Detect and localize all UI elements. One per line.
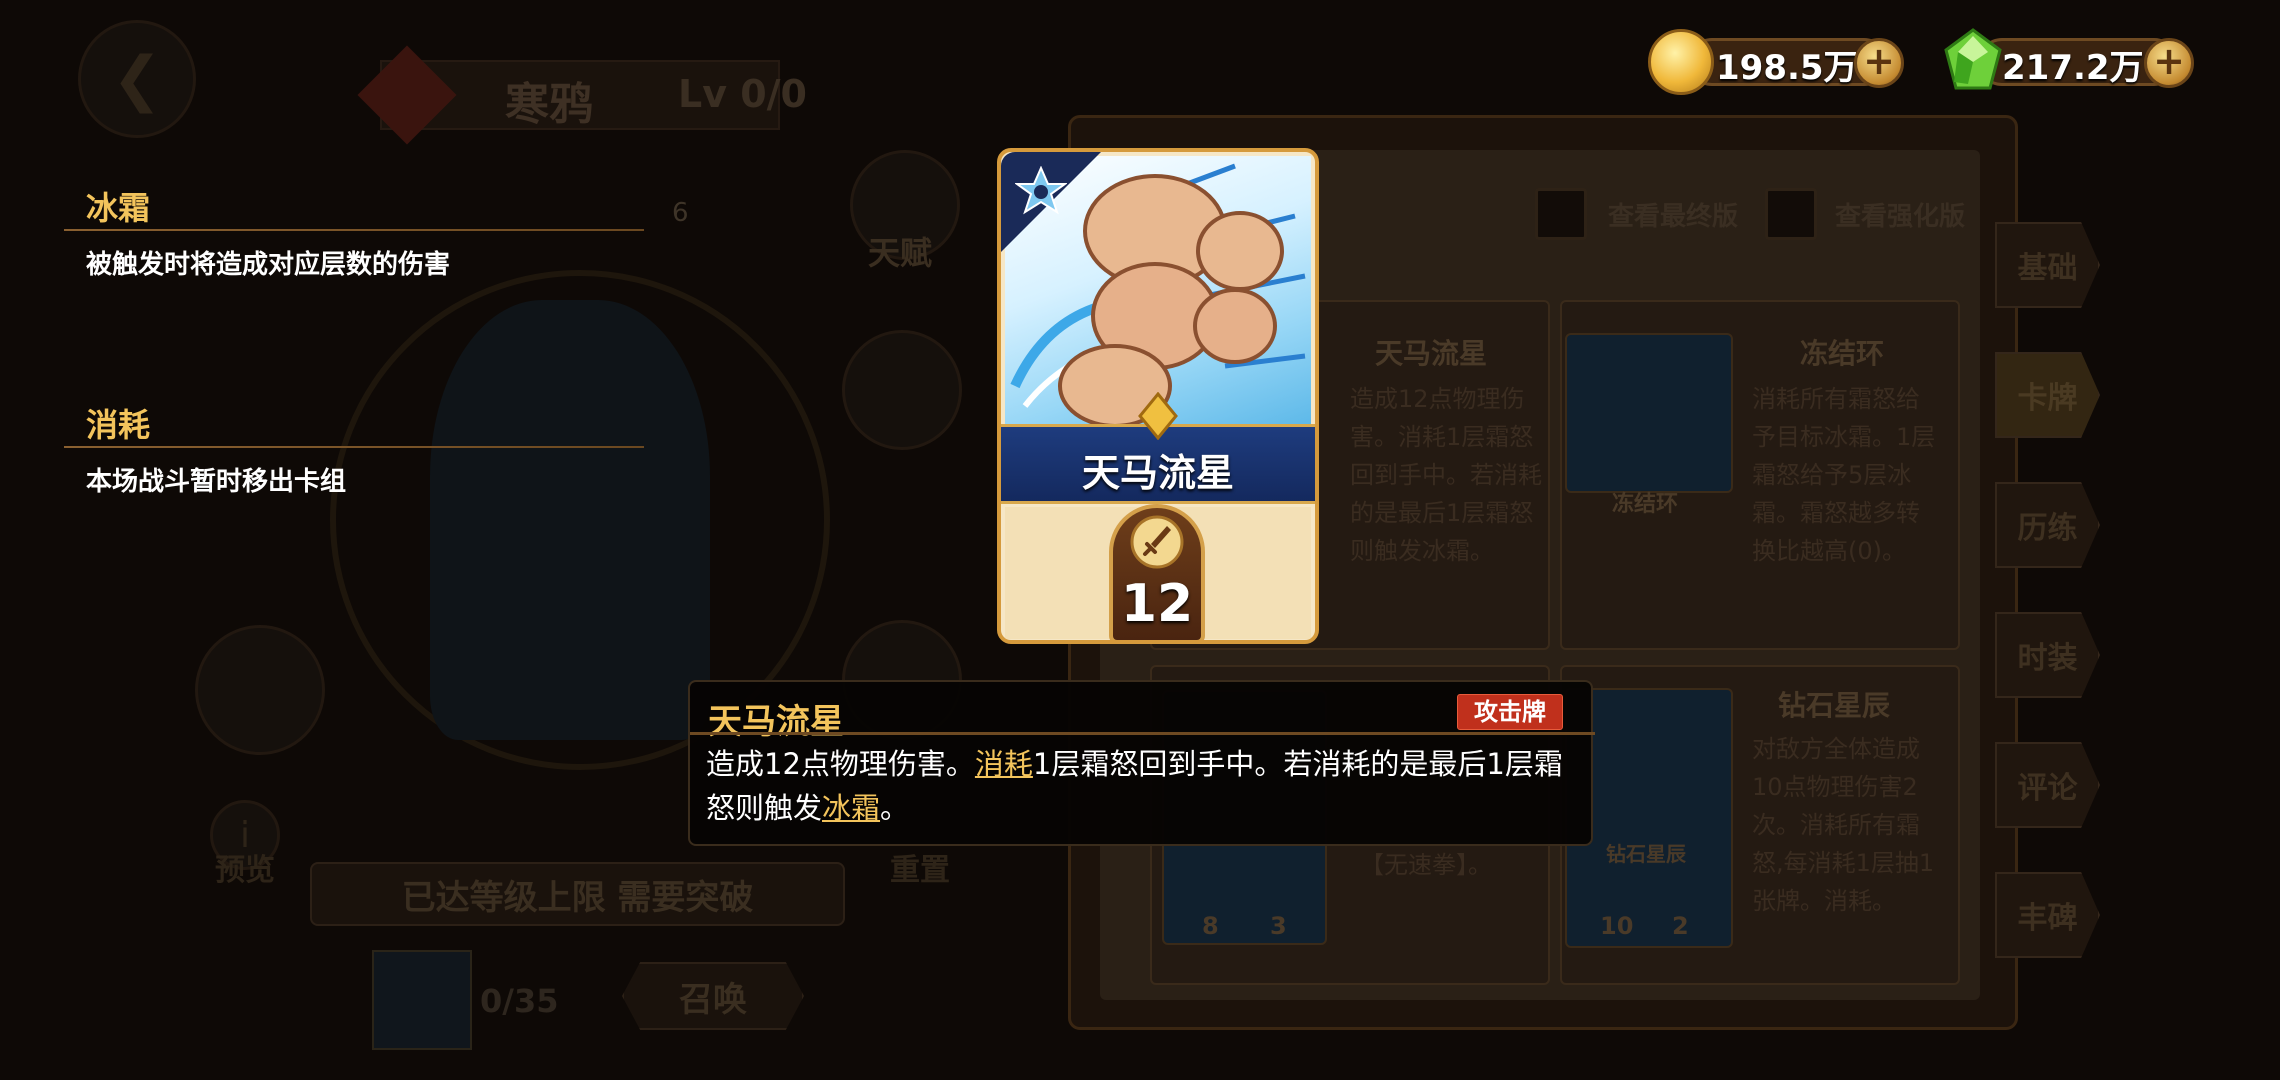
gem-add-button[interactable]: +: [2144, 38, 2194, 88]
keyword-exhaust-title: 消耗: [86, 406, 151, 444]
keyword-frost-title: 冰霜: [86, 189, 151, 227]
reset-label[interactable]: 重置: [890, 845, 950, 889]
tooltip-text-1: 造成12点物理伤害。: [706, 747, 975, 781]
check-enhanced-label: 查看强化版: [1835, 202, 1966, 232]
keyword-frost-divider: [64, 229, 644, 231]
talent-label: 天赋: [868, 234, 933, 272]
hero-level: Lv 0/0: [678, 72, 807, 116]
sword-icon: [1130, 515, 1184, 569]
card-tile-1-desc: 造成12点物理伤害。消耗1层霜怒回到手中。若消耗的是最后1层霜怒则触发冰霜。: [1350, 385, 1542, 565]
card-tile-4-desc: 对敌方全体造成10点物理伤害2次。消耗所有霜怒,每消耗1层抽1张牌。消耗。: [1752, 735, 1935, 915]
left-slot[interactable]: [195, 625, 325, 755]
card-tooltip: 天马流星 攻击牌 造成12点物理伤害。消耗1层霜怒回到手中。若消耗的是最后1层霜…: [688, 680, 1595, 846]
back-arrow-icon: ❮: [111, 44, 163, 114]
check-final-label: 查看最终版: [1608, 202, 1739, 232]
card-gem-ornament: [1138, 392, 1178, 440]
gold-add-button[interactable]: +: [1854, 38, 1904, 88]
keyword-exhaust-desc: 本场战斗暂时移出卡组: [86, 467, 347, 497]
tab-monument[interactable]: 丰碑: [1995, 872, 2100, 958]
card-tile-3-cost-a: 8: [1202, 912, 1219, 940]
hero-name: 寒鸦: [505, 79, 593, 130]
hero-shard-icon: [372, 950, 472, 1050]
card-tile-3-cost-b: 3: [1270, 912, 1287, 940]
gem-currency: 217.2万 +: [1938, 28, 2198, 92]
tab-basic[interactable]: 基础: [1995, 222, 2100, 308]
preview-label: 预览: [215, 853, 275, 888]
tab-cards[interactable]: 卡牌: [1995, 352, 2100, 438]
green-gem-icon: [1944, 28, 2002, 90]
keyword-exhaust-divider: [64, 446, 644, 448]
stat-value: 6: [672, 198, 689, 228]
card-tile-4-cost-a: 10: [1600, 912, 1634, 940]
card-tile-2-art-label: 冻结环: [1612, 492, 1679, 517]
card-tile-3-extra: 【无速拳】。: [1360, 851, 1492, 879]
keyword-link-exhaust[interactable]: 消耗: [975, 747, 1033, 781]
tab-comments[interactable]: 评论: [1995, 742, 2100, 828]
tooltip-text-3: 。: [880, 791, 910, 825]
keyword-frost-desc: 被触发时将造成对应层数的伤害: [86, 250, 451, 280]
gold-currency: 198.5万 +: [1648, 29, 1908, 95]
summon-button[interactable]: 召唤: [622, 962, 804, 1030]
card-tile-2-name: 冻结环: [1800, 337, 1885, 370]
skill-slot-1[interactable]: [842, 330, 962, 450]
card-type-badge: 攻击牌: [1457, 694, 1563, 730]
gem-value: 217.2万: [2002, 48, 2144, 88]
card-cost: 12: [1120, 574, 1194, 634]
game-screen: ❮ 寒鸦 Lv 0/0 6 天赋 重置 i 预览 已达等级上限 需要突破 0/3…: [0, 0, 2280, 1080]
card-tile-2-art: [1565, 333, 1733, 493]
tooltip-description: 造成12点物理伤害。消耗1层霜怒回到手中。若消耗的是最后1层霜怒则触发冰霜。: [706, 742, 1586, 830]
tooltip-title: 天马流星: [708, 702, 844, 742]
hero-figure: [430, 300, 710, 740]
level-cap-button[interactable]: 已达等级上限 需要突破: [310, 862, 845, 926]
check-enhanced-checkbox[interactable]: [1765, 188, 1817, 240]
card-preview: 天马流星 12: [997, 148, 1319, 644]
card-tile-4-name: 钻石星辰: [1778, 689, 1891, 722]
card-frame: 天马流星 12: [997, 148, 1319, 644]
tooltip-divider: [690, 732, 1595, 735]
star-icon: [1015, 166, 1067, 215]
keyword-link-frost[interactable]: 冰霜: [822, 791, 880, 825]
shard-count: 0/35: [480, 982, 559, 1020]
tab-costume[interactable]: 时装: [1995, 612, 2100, 698]
gold-value: 198.5万: [1716, 48, 1858, 88]
card-tile-1-name: 天马流星: [1375, 337, 1488, 370]
back-button[interactable]: ❮: [78, 20, 196, 138]
card-tile-2-desc: 消耗所有霜怒给予目标冰霜。1层霜怒给予5层冰霜。霜怒越多转换比越高(0)。: [1752, 385, 1936, 565]
gold-coin-icon: [1648, 29, 1714, 95]
card-tile-4-cost-b: 2: [1672, 912, 1689, 940]
card-name: 天马流星: [1081, 451, 1234, 495]
check-final-checkbox[interactable]: [1535, 188, 1587, 240]
tab-training[interactable]: 历练: [1995, 482, 2100, 568]
card-tile-4-art-label: 钻石星辰: [1606, 842, 1686, 866]
